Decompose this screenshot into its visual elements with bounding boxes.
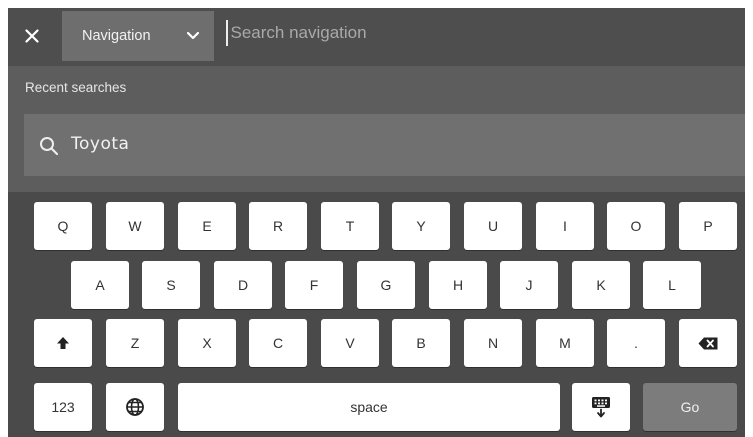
globe-icon bbox=[126, 398, 144, 416]
shift-arrow-icon bbox=[57, 337, 69, 349]
close-icon bbox=[25, 29, 39, 43]
key-y[interactable]: Y bbox=[392, 202, 450, 250]
key-w[interactable]: W bbox=[106, 202, 164, 250]
key-d[interactable]: D bbox=[214, 261, 272, 309]
search-input[interactable]: Search navigation bbox=[226, 18, 726, 48]
chevron-down-icon bbox=[186, 31, 200, 40]
key-m[interactable]: M bbox=[536, 319, 594, 367]
key-f[interactable]: F bbox=[285, 261, 343, 309]
hide-keyboard-icon bbox=[592, 397, 610, 418]
key-a[interactable]: A bbox=[71, 261, 129, 309]
search-placeholder: Search navigation bbox=[230, 23, 367, 42]
key-z[interactable]: Z bbox=[106, 319, 164, 367]
key-u[interactable]: U bbox=[464, 202, 522, 250]
key-v[interactable]: V bbox=[321, 319, 379, 367]
key-r[interactable]: R bbox=[249, 202, 307, 250]
key-q[interactable]: Q bbox=[34, 202, 92, 250]
backspace-icon bbox=[698, 337, 718, 349]
shift-key[interactable] bbox=[34, 319, 92, 367]
key-k[interactable]: K bbox=[572, 261, 630, 309]
key-j[interactable]: J bbox=[500, 261, 558, 309]
top-bar: Navigation Search navigation bbox=[8, 8, 745, 66]
language-key[interactable] bbox=[106, 383, 164, 431]
category-dropdown[interactable]: Navigation bbox=[62, 11, 214, 61]
search-icon bbox=[40, 137, 59, 156]
key-t[interactable]: T bbox=[321, 202, 379, 250]
go-key[interactable]: Go bbox=[643, 383, 737, 431]
hide-keyboard-key[interactable] bbox=[572, 383, 630, 431]
key-n[interactable]: N bbox=[464, 319, 522, 367]
key-period[interactable]: . bbox=[607, 319, 665, 367]
key-g[interactable]: G bbox=[357, 261, 415, 309]
backspace-key[interactable] bbox=[679, 319, 737, 367]
key-x[interactable]: X bbox=[178, 319, 236, 367]
on-screen-keyboard: Q W E R T Y U I O P A S D F G H J K L Z … bbox=[8, 192, 745, 437]
key-p[interactable]: P bbox=[679, 202, 737, 250]
screen: Navigation Search navigation Recent sear… bbox=[8, 8, 745, 437]
key-s[interactable]: S bbox=[142, 261, 200, 309]
key-l[interactable]: L bbox=[643, 261, 701, 309]
key-b[interactable]: B bbox=[392, 319, 450, 367]
key-o[interactable]: O bbox=[607, 202, 665, 250]
recent-search-item[interactable]: Toyota bbox=[24, 114, 745, 176]
recent-searches-heading: Recent searches bbox=[25, 80, 127, 95]
category-dropdown-value: Navigation bbox=[82, 28, 151, 44]
text-caret bbox=[226, 20, 228, 46]
key-i[interactable]: I bbox=[536, 202, 594, 250]
space-key[interactable]: space bbox=[178, 383, 560, 431]
key-e[interactable]: E bbox=[178, 202, 236, 250]
key-c[interactable]: C bbox=[249, 319, 307, 367]
key-h[interactable]: H bbox=[429, 261, 487, 309]
close-button[interactable] bbox=[18, 22, 46, 50]
numbers-key[interactable]: 123 bbox=[34, 383, 92, 431]
recent-search-text: Toyota bbox=[71, 134, 130, 154]
